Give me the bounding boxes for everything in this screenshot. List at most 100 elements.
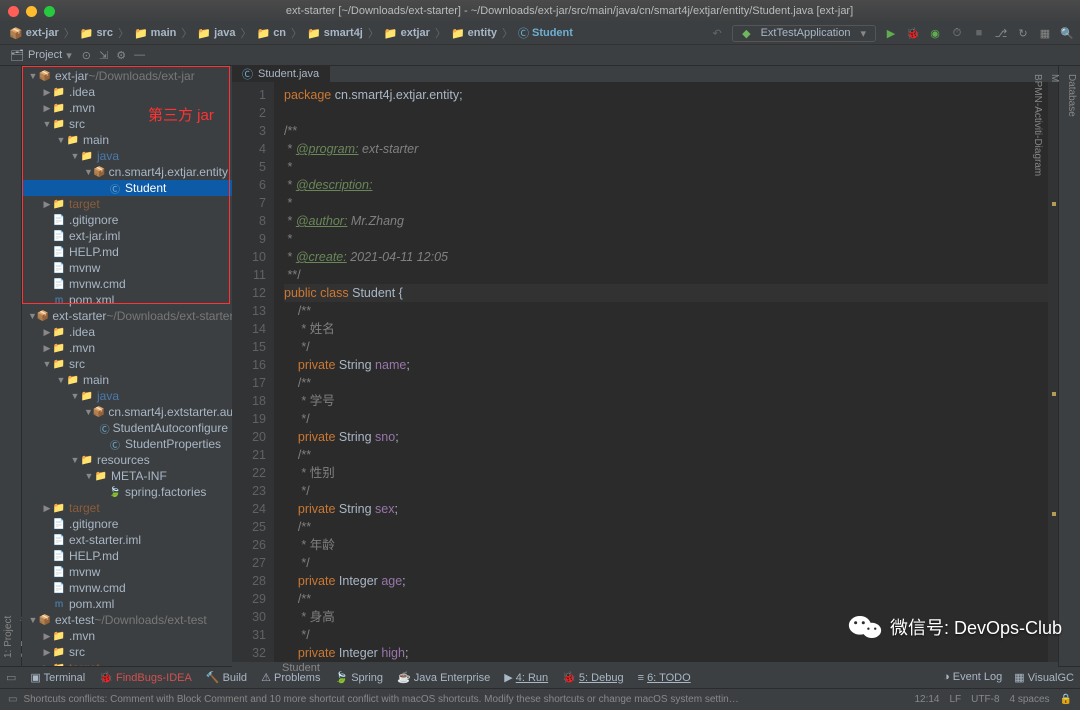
- tree-row[interactable]: ▶📁.mvn: [22, 340, 232, 356]
- update-icon[interactable]: ↻: [1016, 26, 1030, 40]
- right-stripe: Database Maven BPMN-Activiti-Diagram: [1058, 66, 1080, 666]
- class-icon: Ⓒ: [242, 66, 253, 82]
- tree-row[interactable]: mpom.xml: [22, 292, 232, 308]
- tree-row[interactable]: ▶📁target: [22, 660, 232, 666]
- tree-row[interactable]: 📄mvnw: [22, 260, 232, 276]
- tree-row[interactable]: ⒸStudent: [22, 180, 232, 196]
- profiler-icon[interactable]: ⏱: [950, 26, 964, 40]
- wechat-icon: [848, 613, 882, 641]
- tree-row[interactable]: ▼📦ext-jar ~/Downloads/ext-jar: [22, 68, 232, 84]
- git-icon[interactable]: ⎇: [994, 26, 1008, 40]
- tree-row[interactable]: ▶📁.idea: [22, 324, 232, 340]
- run-icon[interactable]: ▶: [884, 26, 898, 40]
- code-editor[interactable]: 1234567891011121314151617181920212223242…: [232, 82, 1058, 662]
- watermark: 微信号: DevOps-Club: [848, 613, 1062, 641]
- tab-student[interactable]: Ⓒ Student.java: [232, 66, 330, 82]
- tree-row[interactable]: ▶📁.mvn: [22, 628, 232, 644]
- tree-row[interactable]: ▼📦ext-starter ~/Downloads/ext-starter: [22, 308, 232, 324]
- debug-icon[interactable]: 🐞: [906, 26, 920, 40]
- stripe-project[interactable]: 1: Project: [0, 66, 17, 666]
- tree-row[interactable]: ▶📁src: [22, 644, 232, 660]
- tree-row[interactable]: 📄HELP.md: [22, 548, 232, 564]
- bc-7[interactable]: 📁 entity: [448, 27, 500, 40]
- tree-row[interactable]: ▶📁target: [22, 196, 232, 212]
- bc-6[interactable]: 📁 extjar: [381, 27, 433, 40]
- settings-icon[interactable]: ▦: [1038, 26, 1052, 40]
- tree-row[interactable]: 📄mvnw.cmd: [22, 276, 232, 292]
- tree-row[interactable]: mpom.xml: [22, 596, 232, 612]
- btn-debug[interactable]: 🐞 5: Debug: [562, 671, 623, 684]
- tree-row[interactable]: ▼📁main: [22, 372, 232, 388]
- tree-row[interactable]: ▼📁java: [22, 388, 232, 404]
- tree-row[interactable]: 🍃spring.factories: [22, 484, 232, 500]
- tab-label: Student.java: [258, 68, 319, 80]
- tree-row[interactable]: 📄HELP.md: [22, 244, 232, 260]
- stripe-database[interactable]: Database: [1063, 66, 1080, 666]
- line-gutter: 1234567891011121314151617181920212223242…: [232, 82, 274, 662]
- tree-row[interactable]: 📄mvnw.cmd: [22, 580, 232, 596]
- window-title: ext-starter [~/Downloads/ext-starter] - …: [67, 5, 1072, 17]
- minimize-window-icon[interactable]: [26, 6, 37, 17]
- titlebar: ext-starter [~/Downloads/ext-starter] - …: [0, 0, 1080, 22]
- btn-spring[interactable]: 🍃 Spring: [334, 671, 383, 684]
- status-caret[interactable]: 12:14: [914, 694, 939, 705]
- hide-icon[interactable]: —: [130, 49, 149, 61]
- hide-bottom-icon[interactable]: ▭: [6, 671, 16, 684]
- btn-findbugs[interactable]: 🐞 FindBugs-IDEA: [99, 671, 192, 684]
- bc-8[interactable]: Ⓒ Student: [515, 25, 576, 41]
- bc-0[interactable]: 📦 ext-jar: [6, 27, 62, 40]
- tree-row[interactable]: ▼📁main: [22, 132, 232, 148]
- expand-icon[interactable]: ⇲: [95, 49, 112, 62]
- tree-row[interactable]: ▶📁target: [22, 500, 232, 516]
- tree-row[interactable]: 📄mvnw: [22, 564, 232, 580]
- bc-1[interactable]: 📁 src: [77, 27, 116, 40]
- tree-row[interactable]: 📄.gitignore: [22, 212, 232, 228]
- tree-row[interactable]: ▼📁java: [22, 148, 232, 164]
- project-view-label[interactable]: Project: [28, 49, 62, 61]
- bc-5[interactable]: 📁 smart4j: [304, 27, 366, 40]
- select-opened-icon[interactable]: ⊙: [78, 49, 95, 62]
- status-lock-icon[interactable]: 🔒: [1060, 694, 1072, 705]
- code-area[interactable]: package cn.smart4j.extjar.entity;/** * @…: [274, 82, 1048, 662]
- search-everywhere-icon[interactable]: 🔍: [1060, 26, 1074, 40]
- tree-row[interactable]: ▼📁src: [22, 356, 232, 372]
- tree-row[interactable]: 📄ext-jar.iml: [22, 228, 232, 244]
- back-icon[interactable]: ↶: [710, 26, 724, 40]
- tree-row[interactable]: ▼📁META-INF: [22, 468, 232, 484]
- btn-visualgc[interactable]: ▦ VisualGC: [1014, 671, 1074, 684]
- bc-3[interactable]: 📁 java: [194, 27, 238, 40]
- status-message: Shortcuts conflicts: Comment with Block …: [23, 694, 743, 705]
- status-encoding[interactable]: UTF-8: [971, 694, 999, 705]
- bc-4[interactable]: 📁 cn: [253, 27, 289, 40]
- btn-todo[interactable]: ≡ 6: TODO: [638, 672, 691, 684]
- tree-row[interactable]: ▶📁.idea: [22, 84, 232, 100]
- tree-row[interactable]: ▼📦ext-test ~/Downloads/ext-test: [22, 612, 232, 628]
- btn-problems[interactable]: ⚠ Problems: [261, 671, 320, 684]
- navigation-bar: 📦 ext-jar〉 📁 src〉 📁 main〉 📁 java〉 📁 cn〉 …: [0, 22, 1080, 44]
- run-config-selector[interactable]: ◆ExtTestApplication▾: [732, 25, 876, 42]
- tree-row[interactable]: ▼📦cn.smart4j.extjar.entity: [22, 164, 232, 180]
- bc-2[interactable]: 📁 main: [131, 27, 179, 40]
- project-tree[interactable]: 第三方 jar ▼📦ext-jar ~/Downloads/ext-jar▶📁.…: [22, 66, 232, 666]
- tree-row[interactable]: 📄.gitignore: [22, 516, 232, 532]
- tree-row[interactable]: ⒸStudentAutoconfigure: [22, 420, 232, 436]
- tree-row[interactable]: 📄ext-starter.iml: [22, 532, 232, 548]
- status-linesep[interactable]: LF: [950, 694, 962, 705]
- stop-icon[interactable]: ■: [972, 26, 986, 40]
- btn-build[interactable]: 🔨 Build: [206, 671, 247, 684]
- error-stripe[interactable]: [1048, 82, 1058, 662]
- btn-terminal[interactable]: ▣ Terminal: [30, 671, 85, 684]
- tree-row[interactable]: ▼📦cn.smart4j.extstarter.aut: [22, 404, 232, 420]
- status-indicator-icon[interactable]: ▭: [8, 694, 17, 705]
- gear-icon[interactable]: ⚙: [112, 49, 130, 62]
- btn-eventlog[interactable]: ◑ Event Log: [943, 671, 1002, 684]
- tree-row[interactable]: ⒸStudentProperties: [22, 436, 232, 452]
- annotation-label: 第三方 jar: [148, 104, 214, 125]
- coverage-icon[interactable]: ◉: [928, 26, 942, 40]
- close-window-icon[interactable]: [8, 6, 19, 17]
- maximize-window-icon[interactable]: [44, 6, 55, 17]
- btn-run[interactable]: ▶ 4: Run: [504, 671, 548, 684]
- status-indent[interactable]: 4 spaces: [1010, 694, 1050, 705]
- tree-row[interactable]: ▼📁resources: [22, 452, 232, 468]
- btn-javaee[interactable]: ☕ Java Enterprise: [397, 671, 490, 684]
